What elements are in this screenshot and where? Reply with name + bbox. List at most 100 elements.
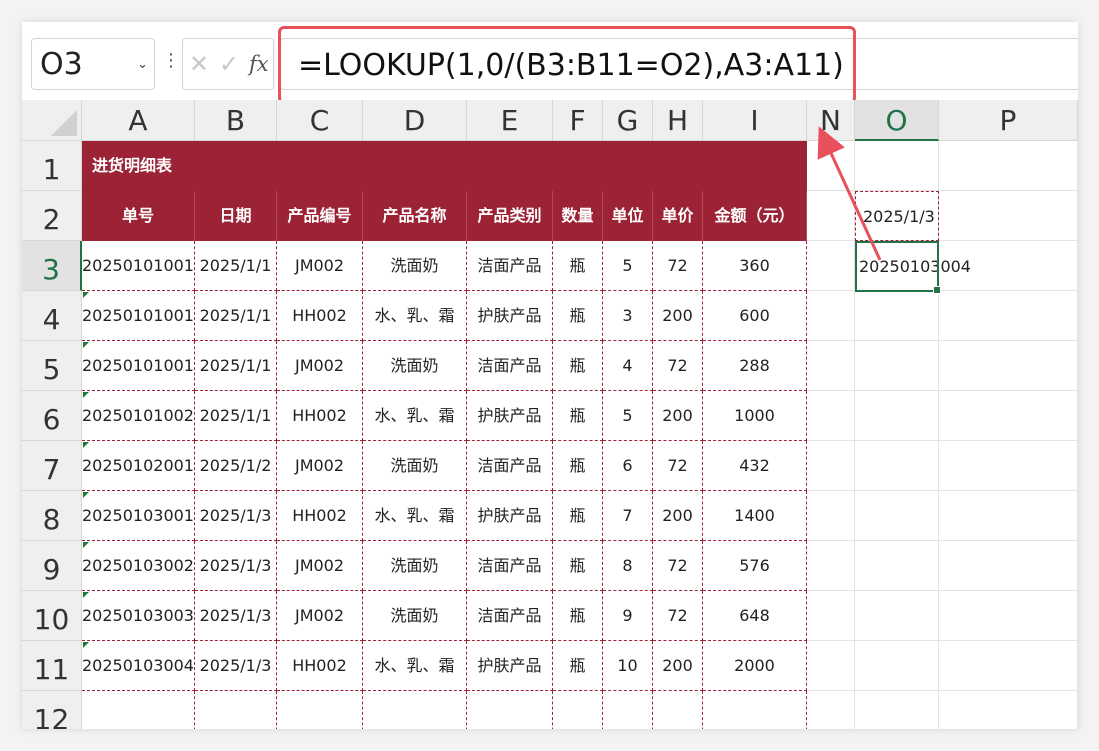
grid-cell[interactable] [939, 691, 1078, 729]
table-cell[interactable]: 洁面产品 [467, 441, 553, 491]
column-header[interactable]: O [855, 100, 939, 141]
row-header[interactable]: 12 [22, 691, 82, 729]
grid-cell[interactable] [939, 591, 1078, 641]
table-cell[interactable]: 2025/1/3 [195, 541, 277, 591]
table-cell[interactable]: 水、乳、霜 [363, 391, 467, 441]
cancel-icon[interactable]: ✕ [189, 50, 209, 78]
table-cell[interactable]: 20250103002 [82, 541, 195, 591]
column-header[interactable]: E [467, 100, 553, 141]
column-header[interactable]: A [82, 100, 195, 141]
table-cell[interactable]: 6 [603, 441, 653, 491]
name-box[interactable]: O3 ⌄ [31, 38, 155, 90]
cell-o2[interactable]: 2025/1/3 [863, 207, 935, 226]
grid-cell[interactable] [277, 691, 363, 729]
grid-cell[interactable] [855, 541, 939, 591]
grid-cell[interactable] [855, 391, 939, 441]
table-header-cell[interactable]: 产品编号 [277, 191, 363, 241]
row-header[interactable]: 2 [22, 191, 82, 241]
grid-cell[interactable] [855, 591, 939, 641]
table-cell[interactable]: 20250103003 [82, 591, 195, 641]
table-header-cell[interactable]: 单号 [82, 191, 195, 241]
fill-handle[interactable] [933, 286, 941, 294]
grid-cell[interactable] [939, 141, 1078, 191]
grid-cell[interactable] [82, 691, 195, 729]
table-cell[interactable]: 水、乳、霜 [363, 641, 467, 691]
table-cell[interactable]: 2025/1/1 [195, 341, 277, 391]
confirm-icon[interactable]: ✓ [219, 50, 239, 78]
select-all-corner[interactable] [22, 100, 82, 141]
row-header[interactable]: 9 [22, 541, 82, 591]
grid-cell[interactable] [939, 641, 1078, 691]
row-header[interactable]: 11 [22, 641, 82, 691]
column-header[interactable]: I [703, 100, 807, 141]
table-cell[interactable]: 9 [603, 591, 653, 641]
grid-cell[interactable] [939, 191, 1078, 241]
table-cell[interactable]: 20250103001 [82, 491, 195, 541]
grid-cell[interactable] [939, 291, 1078, 341]
table-cell[interactable]: 洁面产品 [467, 241, 553, 291]
grid-cell[interactable] [855, 141, 939, 191]
row-header[interactable]: 1 [22, 141, 82, 191]
row-header[interactable]: 3 [22, 241, 82, 291]
table-cell[interactable]: 水、乳、霜 [363, 491, 467, 541]
grid-cell[interactable] [807, 241, 855, 291]
table-cell[interactable]: 20250103004 [82, 641, 195, 691]
table-cell[interactable]: 护肤产品 [467, 391, 553, 441]
table-cell[interactable]: 20250101002 [82, 391, 195, 441]
grid-cell[interactable] [653, 691, 703, 729]
table-cell[interactable]: 洗面奶 [363, 341, 467, 391]
table-cell[interactable]: 洗面奶 [363, 591, 467, 641]
table-cell[interactable]: 5 [603, 391, 653, 441]
grid-cell[interactable] [553, 691, 603, 729]
table-cell[interactable]: 瓶 [553, 641, 603, 691]
table-cell[interactable]: 瓶 [553, 541, 603, 591]
table-cell[interactable]: 288 [703, 341, 807, 391]
more-dots-icon[interactable]: ⋮ [162, 52, 180, 70]
column-header[interactable]: H [653, 100, 703, 141]
row-header[interactable]: 7 [22, 441, 82, 491]
column-header[interactable]: P [939, 100, 1078, 141]
grid-cell[interactable] [855, 491, 939, 541]
table-cell[interactable]: 瓶 [553, 591, 603, 641]
table-cell[interactable]: 72 [653, 341, 703, 391]
table-cell[interactable]: 20250102001 [82, 441, 195, 491]
table-cell[interactable]: 瓶 [553, 241, 603, 291]
column-header[interactable]: C [277, 100, 363, 141]
table-header-cell[interactable]: 产品类别 [467, 191, 553, 241]
grid-cell[interactable] [467, 691, 553, 729]
table-cell[interactable]: 72 [653, 541, 703, 591]
table-cell[interactable]: HH002 [277, 391, 363, 441]
grid-cell[interactable] [939, 391, 1078, 441]
row-header[interactable]: 4 [22, 291, 82, 341]
grid-cell[interactable] [855, 691, 939, 729]
table-cell[interactable]: 水、乳、霜 [363, 291, 467, 341]
table-cell[interactable]: 洗面奶 [363, 241, 467, 291]
grid-cell[interactable] [939, 491, 1078, 541]
table-cell[interactable]: HH002 [277, 291, 363, 341]
row-header[interactable]: 5 [22, 341, 82, 391]
grid-cell[interactable] [855, 341, 939, 391]
table-cell[interactable]: 20250101001 [82, 291, 195, 341]
table-cell[interactable]: 72 [653, 241, 703, 291]
table-cell[interactable]: 72 [653, 591, 703, 641]
grid-cell[interactable] [855, 291, 939, 341]
table-cell[interactable]: 10 [603, 641, 653, 691]
table-header-cell[interactable]: 单位 [603, 191, 653, 241]
grid-cell[interactable] [807, 141, 855, 191]
table-cell[interactable]: 360 [703, 241, 807, 291]
table-cell[interactable]: 护肤产品 [467, 291, 553, 341]
row-header[interactable]: 6 [22, 391, 82, 441]
grid-cell[interactable] [939, 541, 1078, 591]
table-cell[interactable]: 2025/1/1 [195, 391, 277, 441]
table-cell[interactable]: HH002 [277, 491, 363, 541]
table-cell[interactable]: 2025/1/1 [195, 241, 277, 291]
table-header-cell[interactable]: 产品名称 [363, 191, 467, 241]
table-cell[interactable]: 200 [653, 291, 703, 341]
table-cell[interactable]: JM002 [277, 341, 363, 391]
table-cell[interactable]: 72 [653, 441, 703, 491]
grid-cell[interactable] [855, 441, 939, 491]
table-cell[interactable]: 600 [703, 291, 807, 341]
table-title[interactable]: 进货明细表 [82, 141, 807, 191]
grid-cell[interactable] [703, 691, 807, 729]
table-cell[interactable]: 2025/1/3 [195, 491, 277, 541]
